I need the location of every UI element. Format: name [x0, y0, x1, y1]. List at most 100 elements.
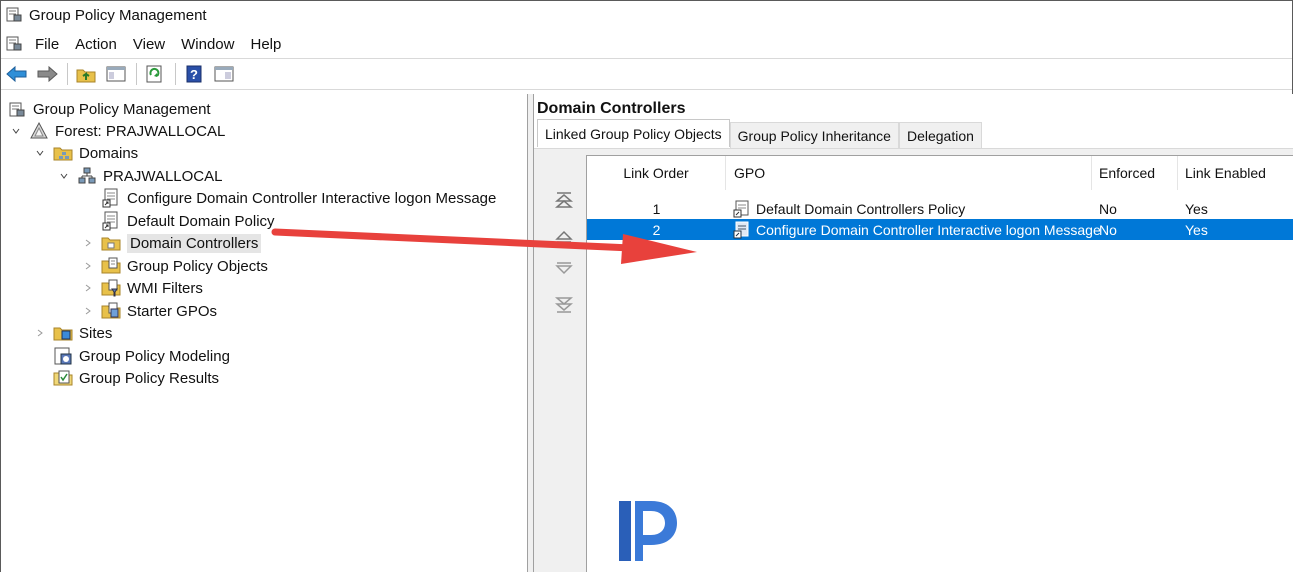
tree-root[interactable]: Group Policy Management: [7, 98, 211, 120]
tree-sites-label: Sites: [79, 324, 113, 342]
tree-gpo-link-label: Configure Domain Controller Interactive …: [127, 189, 497, 207]
help-icon[interactable]: ?: [182, 62, 206, 86]
tree-wmi-label: WMI Filters: [127, 279, 203, 297]
table-row-selected[interactable]: 2 Configure Domain Controller Interactiv…: [587, 219, 1293, 240]
gpmc-icon: [7, 99, 27, 119]
up-folder-icon[interactable]: [74, 62, 98, 86]
tree-gpo-link-default-domain[interactable]: Default Domain Policy: [101, 210, 275, 232]
column-link-order-label: Link Order: [623, 165, 689, 181]
tab-gp-inheritance[interactable]: Group Policy Inheritance: [729, 122, 899, 148]
forward-arrow-icon[interactable]: [35, 62, 59, 86]
sites-folder-icon: [53, 323, 73, 343]
tree-starter-gpos[interactable]: Starter GPOs: [81, 300, 217, 322]
move-down-icon[interactable]: [553, 258, 575, 280]
toolbar: ?: [1, 58, 1292, 90]
cell-gpo: Configure Domain Controller Interactive …: [733, 219, 1101, 240]
menu-app-icon[interactable]: [5, 34, 23, 55]
tab-strip: Linked Group Policy Objects Group Policy…: [537, 119, 982, 148]
chevron-right-icon[interactable]: [81, 236, 95, 250]
back-arrow-icon[interactable]: [5, 62, 29, 86]
list-header: Link Order GPO Enforced Link Enabled: [587, 156, 1293, 190]
domain-icon: [77, 166, 97, 186]
console-tree: Group Policy Management Forest: PRAJWALL…: [1, 94, 528, 572]
watermark-logo-icon: [619, 501, 677, 561]
move-up-icon[interactable]: [553, 225, 575, 247]
tree-modeling-label: Group Policy Modeling: [79, 347, 230, 365]
menu-file[interactable]: File: [27, 34, 67, 55]
menu-view[interactable]: View: [125, 34, 173, 55]
menu-bar: File Action View Window Help: [1, 31, 1292, 57]
details-title: Domain Controllers: [537, 100, 686, 117]
cell-link-enabled: Yes: [1185, 200, 1208, 217]
results-icon: [53, 368, 73, 388]
table-row[interactable]: 1 Default Domain Controllers Policy No Y…: [587, 198, 1293, 219]
cell-enforced: No: [1099, 200, 1117, 217]
cell-link-enabled: Yes: [1185, 221, 1208, 238]
tree-starter-label: Starter GPOs: [127, 302, 218, 320]
refresh-icon[interactable]: [143, 62, 167, 86]
window-title: Group Policy Management: [29, 6, 207, 24]
tab-linked-gpos[interactable]: Linked Group Policy Objects: [537, 119, 730, 147]
column-link-enabled-label: Link Enabled: [1185, 165, 1266, 181]
modeling-icon: [53, 346, 73, 366]
gpo-folder-icon: [101, 256, 121, 276]
move-to-bottom-icon[interactable]: [553, 294, 575, 316]
app-icon: [5, 5, 23, 26]
column-link-order[interactable]: Link Order: [587, 156, 726, 190]
menu-action[interactable]: Action: [67, 34, 125, 55]
cell-gpo-name: Configure Domain Controller Interactive …: [756, 221, 1101, 238]
tab-delegation[interactable]: Delegation: [898, 122, 982, 148]
tree-domains[interactable]: Domains: [33, 142, 138, 164]
toolbar-separator: [67, 63, 68, 85]
gpo-link-icon: [733, 200, 751, 218]
menu-window[interactable]: Window: [173, 34, 242, 55]
column-enforced[interactable]: Enforced: [1092, 156, 1178, 190]
tree-gp-modeling[interactable]: Group Policy Modeling: [53, 345, 230, 367]
tree-gpo-objects-label: Group Policy Objects: [127, 257, 268, 275]
toolbar-separator: [136, 63, 137, 85]
chevron-down-icon[interactable]: [9, 124, 23, 138]
menu-help[interactable]: Help: [242, 34, 289, 55]
tree-group-policy-objects[interactable]: Group Policy Objects: [81, 255, 268, 277]
column-gpo[interactable]: GPO: [726, 156, 1092, 190]
cell-link-order: 1: [652, 200, 661, 217]
chevron-right-icon[interactable]: [81, 281, 95, 295]
chevron-right-icon[interactable]: [81, 259, 95, 273]
chevron-right-icon[interactable]: [33, 326, 47, 340]
chevron-down-icon[interactable]: [33, 146, 47, 160]
show-hide-tree-icon[interactable]: [104, 62, 128, 86]
tree-domain-controllers[interactable]: Domain Controllers: [81, 232, 262, 254]
svg-text:?: ?: [190, 67, 198, 82]
tree-gp-results[interactable]: Group Policy Results: [53, 367, 219, 389]
tree-results-label: Group Policy Results: [79, 369, 220, 387]
tree-domain-label: PRAJWALLOCAL: [103, 167, 223, 185]
tree-gpo-link-label: Default Domain Policy: [127, 212, 275, 230]
move-to-top-icon[interactable]: [553, 189, 575, 211]
gpmc-window: Group Policy Management File Action View…: [0, 0, 1293, 572]
tree-domains-label: Domains: [79, 144, 139, 162]
tree-forest-label: Forest: PRAJWALLOCAL: [55, 122, 226, 140]
ou-folder-icon: [101, 233, 121, 253]
column-enforced-label: Enforced: [1099, 165, 1156, 181]
tree-forest[interactable]: Forest: PRAJWALLOCAL: [9, 120, 225, 142]
forest-icon: [29, 121, 49, 141]
properties-icon[interactable]: [212, 62, 236, 86]
cell-link-order: 2: [652, 221, 661, 238]
linked-gpo-list: Link Order GPO Enforced Link Enabled 1 D…: [586, 155, 1293, 572]
title-bar: Group Policy Management: [1, 1, 1292, 29]
link-order-controls: [534, 149, 586, 572]
column-gpo-label: GPO: [734, 165, 766, 181]
tree-wmi-filters[interactable]: WMI Filters: [81, 277, 203, 299]
gpo-link-icon: [733, 221, 751, 239]
starter-gpo-folder-icon: [101, 301, 121, 321]
tree-domain-controllers-label: Domain Controllers: [127, 233, 262, 253]
chevron-down-icon[interactable]: [57, 169, 71, 183]
tree-gpo-link-logon-message[interactable]: Configure Domain Controller Interactive …: [101, 187, 496, 209]
tree-domain[interactable]: PRAJWALLOCAL: [57, 165, 222, 187]
tree-sites[interactable]: Sites: [33, 322, 112, 344]
gpo-link-icon: [101, 211, 121, 231]
cell-gpo-name: Default Domain Controllers Policy: [756, 200, 966, 217]
chevron-right-icon[interactable]: [81, 304, 95, 318]
wmi-filter-folder-icon: [101, 278, 121, 298]
column-link-enabled[interactable]: Link Enabled: [1178, 156, 1293, 190]
